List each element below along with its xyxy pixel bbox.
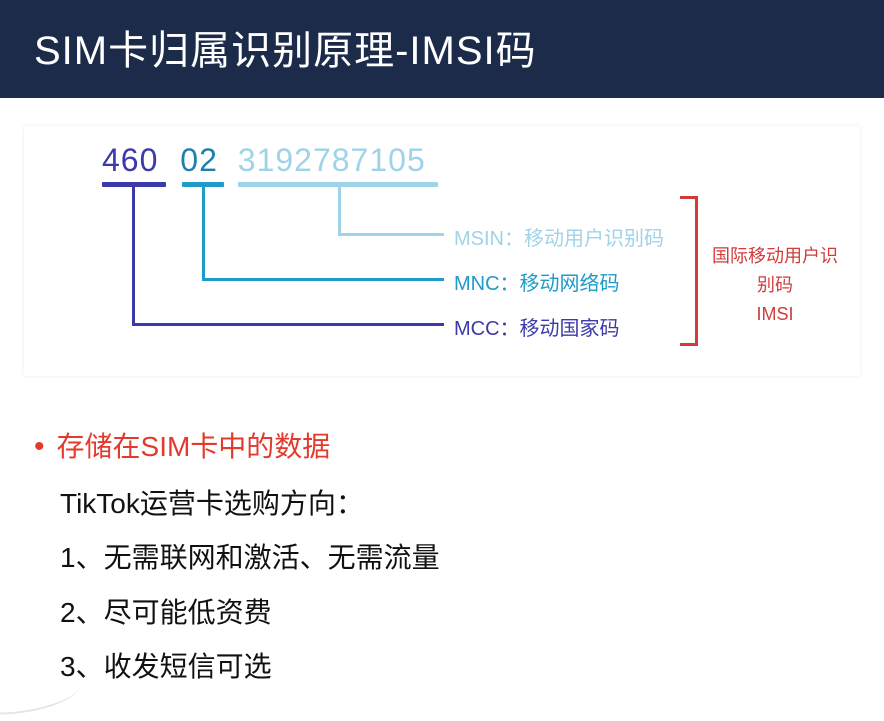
bullet-storage: 存储在SIM卡中的数据 <box>60 418 844 477</box>
leader-mnc-v <box>202 187 205 281</box>
list-item: 1、无需联网和激活、无需流量 <box>60 531 844 586</box>
side-label-line1: 国际移动用户识别码 <box>708 242 842 300</box>
content-block: 存储在SIM卡中的数据 TikTok运营卡选购方向： 1、无需联网和激活、无需流… <box>0 376 884 695</box>
label-msin: MSIN：移动用户识别码 <box>454 222 664 251</box>
leader-msin-v <box>338 187 341 236</box>
label-mcc: MCC：移动国家码 <box>454 312 620 341</box>
imsi-msin: 3192787105 <box>238 142 426 178</box>
page-title: SIM卡归属识别原理-IMSI码 <box>34 29 537 73</box>
imsi-mcc: 460 <box>102 142 158 178</box>
leader-mnc-h <box>202 278 444 281</box>
bracket-icon <box>680 196 698 346</box>
list-item: 3、收发短信可选 <box>60 640 844 695</box>
imsi-diagram: 460 02 3192787105 MSIN：移动用户识别码 MNC：移动网络码… <box>24 126 860 376</box>
imsi-number: 460 02 3192787105 <box>102 142 426 179</box>
subtitle: TikTok运营卡选购方向： <box>60 477 844 532</box>
leader-mcc-v <box>132 187 135 326</box>
label-mnc: MNC：移动网络码 <box>454 267 620 296</box>
list-item: 2、尽可能低资费 <box>60 586 844 641</box>
imsi-mnc: 02 <box>180 142 218 178</box>
leader-msin-h <box>338 233 444 236</box>
side-label-line2: IMSI <box>708 300 842 329</box>
slide-header: SIM卡归属识别原理-IMSI码 <box>0 0 884 98</box>
side-label: 国际移动用户识别码 IMSI <box>708 242 842 328</box>
leader-mcc-h <box>132 323 444 326</box>
